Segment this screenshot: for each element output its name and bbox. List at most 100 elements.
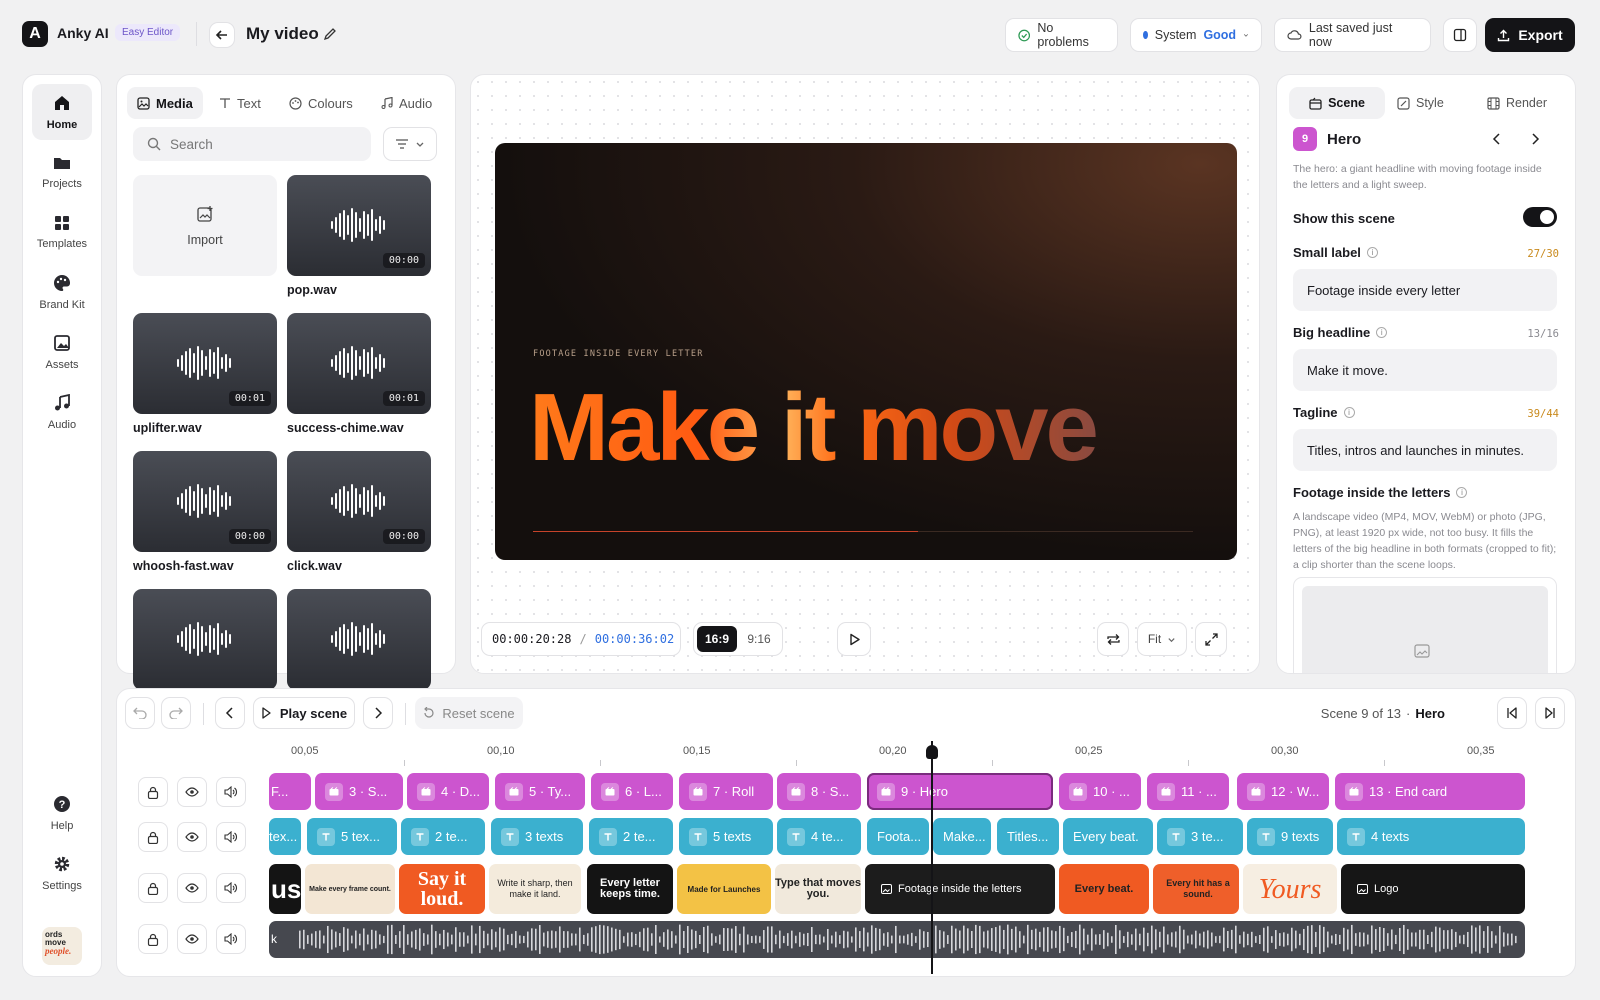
audio-file-tile[interactable]	[287, 589, 431, 690]
video-title[interactable]: My video	[246, 24, 319, 44]
sidebar-item-projects[interactable]: Projects	[32, 144, 92, 200]
info-icon[interactable]: i	[1343, 407, 1355, 418]
loop-button[interactable]	[1097, 622, 1129, 656]
track-lock-button[interactable]	[138, 924, 168, 954]
track-lock-button[interactable]	[138, 777, 168, 807]
playhead-handle[interactable]	[926, 745, 938, 759]
next-scene-button[interactable]	[1529, 132, 1541, 146]
track-lock-button[interactable]	[138, 822, 168, 852]
audio-file-tile[interactable]: 00:00	[287, 451, 431, 552]
sidebar-item-home[interactable]: Home	[32, 84, 92, 140]
track-mute-button[interactable]	[216, 777, 246, 807]
tab-audio[interactable]: Audio	[371, 87, 442, 119]
track-lock-button[interactable]	[138, 873, 168, 903]
media-thumbnail-clip[interactable]: Make every frame count.	[305, 864, 395, 914]
text-clip[interactable]: 5 texts	[679, 818, 773, 855]
tab-style[interactable]: Style	[1387, 87, 1454, 119]
media-thumbnail-clip[interactable]: Logo	[1341, 864, 1525, 914]
text-clip[interactable]: Make...	[933, 818, 991, 855]
avatar[interactable]: ords move people.	[42, 927, 82, 965]
video-canvas[interactable]: FOOTAGE INSIDE EVERY LETTER Make it move	[495, 143, 1237, 560]
jump-start-button[interactable]	[1497, 697, 1527, 729]
info-icon[interactable]: i	[1366, 247, 1378, 258]
edit-title-button[interactable]	[323, 27, 337, 41]
app-logo[interactable]: A	[22, 21, 48, 47]
fit-dropdown[interactable]: Fit	[1137, 622, 1187, 656]
scene-clip[interactable]: 8 · S...	[777, 773, 861, 810]
tab-render[interactable]: Render	[1477, 87, 1557, 119]
media-search[interactable]: Search	[133, 127, 371, 161]
tab-scene[interactable]: Scene	[1289, 87, 1385, 119]
media-thumbnail-clip[interactable]: Every beat.	[1059, 864, 1149, 914]
tab-media[interactable]: Media	[127, 87, 203, 119]
redo-button[interactable]	[161, 697, 191, 729]
media-thumbnail-clip[interactable]: Type that moves you.	[775, 864, 861, 914]
scene-clip[interactable]: F...	[269, 773, 311, 810]
filter-button[interactable]	[383, 127, 437, 161]
text-clip[interactable]: 4 te...	[777, 818, 861, 855]
scene-clip[interactable]: 3 · S...	[315, 773, 403, 810]
playhead[interactable]	[926, 741, 938, 974]
text-clip[interactable]: 9 texts	[1247, 818, 1333, 855]
prev-scene-button[interactable]	[215, 697, 245, 729]
text-clip[interactable]: 3 te...	[1157, 818, 1243, 855]
scene-clip[interactable]: 12 · W...	[1237, 773, 1329, 810]
back-button[interactable]	[209, 22, 235, 48]
scene-clip[interactable]: 5 · Ty...	[495, 773, 585, 810]
text-clip[interactable]: Titles...	[997, 818, 1059, 855]
audio-file-tile[interactable]	[133, 589, 277, 690]
text-clip[interactable]: Foota...	[867, 818, 929, 855]
sidebar-item-assets[interactable]: Assets	[32, 324, 92, 380]
footage-dropzone[interactable]	[1293, 577, 1557, 673]
scene-clip-selected[interactable]: 9 · Hero	[867, 773, 1053, 810]
media-thumbnail-clip[interactable]: Every letter keeps time.	[587, 864, 673, 914]
scene-clip[interactable]: 11 · ...	[1147, 773, 1229, 810]
media-thumbnail-clip[interactable]: Yours	[1243, 864, 1337, 914]
audio-file-tile[interactable]: 00:01	[287, 313, 431, 414]
system-status-dropdown[interactable]: System Good	[1130, 18, 1262, 52]
track-mute-button[interactable]	[216, 873, 246, 903]
play-button[interactable]	[837, 622, 871, 656]
next-scene-button[interactable]	[363, 697, 393, 729]
track-visibility-button[interactable]	[177, 822, 207, 852]
fullscreen-button[interactable]	[1195, 622, 1227, 656]
media-thumbnail-clip[interactable]: Every hit has a sound.	[1153, 864, 1239, 914]
sidebar-item-templates[interactable]: Templates	[32, 204, 92, 260]
ratio-9-16[interactable]: 9:16	[739, 626, 779, 652]
text-clip[interactable]: tex...	[269, 818, 301, 855]
text-clip[interactable]: 4 texts	[1337, 818, 1525, 855]
text-clip[interactable]: 2 te...	[401, 818, 485, 855]
audio-file-tile[interactable]: 00:00	[133, 451, 277, 552]
jump-end-button[interactable]	[1535, 697, 1565, 729]
export-button[interactable]: Export	[1485, 18, 1575, 52]
sidebar-item-settings[interactable]: Settings	[32, 845, 92, 901]
field-input[interactable]: Titles, intros and launches in minutes.	[1293, 429, 1557, 471]
scene-clip[interactable]: 4 · D...	[407, 773, 489, 810]
audio-track-clip[interactable]: k	[269, 921, 1525, 958]
sidebar-item-audio[interactable]: Audio	[32, 384, 92, 440]
sidebar-item-brand-kit[interactable]: Brand Kit	[32, 264, 92, 320]
show-scene-toggle[interactable]	[1523, 207, 1557, 227]
text-clip[interactable]: 5 tex...	[307, 818, 397, 855]
track-visibility-button[interactable]	[177, 777, 207, 807]
track-visibility-button[interactable]	[177, 924, 207, 954]
text-clip[interactable]: Every beat.	[1063, 818, 1153, 855]
media-thumbnail-clip[interactable]: us	[269, 864, 301, 914]
media-thumbnail-clip[interactable]: Write it sharp, then make it land.	[489, 864, 581, 914]
audio-file-tile[interactable]: 00:01	[133, 313, 277, 414]
track-visibility-button[interactable]	[177, 873, 207, 903]
scene-clip[interactable]: 7 · Roll	[679, 773, 773, 810]
field-input[interactable]: Footage inside every letter	[1293, 269, 1557, 311]
media-thumbnail-clip[interactable]: Footage inside the letters	[865, 864, 1055, 914]
toggle-panel-button[interactable]	[1443, 18, 1477, 52]
import-tile[interactable]: Import	[133, 175, 277, 276]
tab-colours[interactable]: Colours	[279, 87, 363, 119]
text-clip[interactable]: 3 texts	[491, 818, 583, 855]
track-mute-button[interactable]	[216, 822, 246, 852]
reset-scene-button[interactable]: Reset scene	[415, 697, 523, 729]
save-status[interactable]: Last saved just now	[1274, 18, 1431, 52]
sidebar-item-help[interactable]: ? Help	[32, 785, 92, 841]
problems-status[interactable]: No problems	[1005, 18, 1118, 52]
tab-text[interactable]: Text	[209, 87, 271, 119]
scene-clip[interactable]: 6 · L...	[591, 773, 673, 810]
